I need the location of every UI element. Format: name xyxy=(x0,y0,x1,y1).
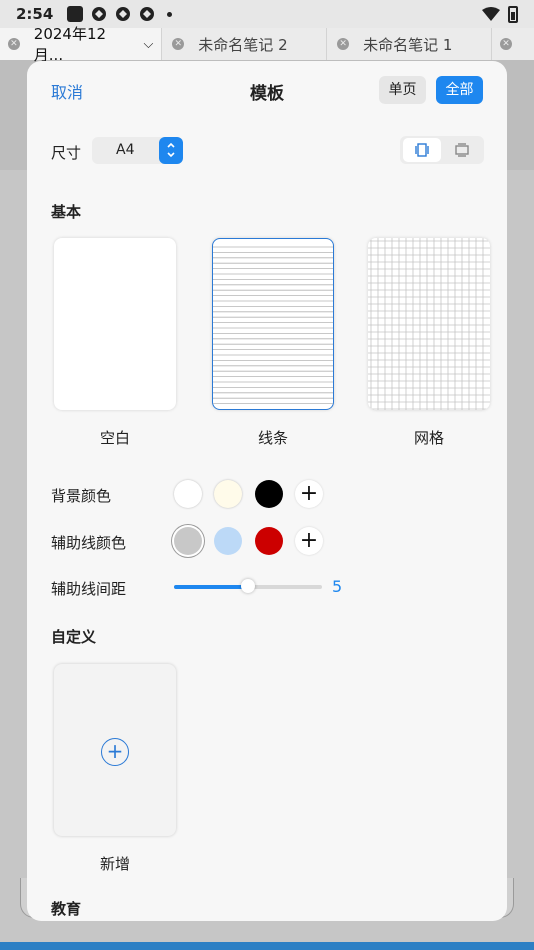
dialog-header: 取消 模板 单页 全部 xyxy=(27,61,507,119)
add-template-card[interactable]: + xyxy=(54,664,176,836)
spacing-slider[interactable] xyxy=(174,579,322,593)
size-stepper-icon[interactable] xyxy=(159,137,183,164)
bottom-bar xyxy=(0,942,534,950)
add-template-label: 新增 xyxy=(99,855,130,873)
status-right xyxy=(482,5,518,23)
portrait-icon xyxy=(415,143,429,157)
close-icon[interactable]: ✕ xyxy=(337,38,350,50)
guide-color-gray[interactable] xyxy=(174,527,202,555)
tab-label: 未命名笔记 1 xyxy=(363,35,453,54)
education-section-title: 教育 xyxy=(51,900,82,918)
template-label: 空白 xyxy=(99,429,130,447)
guide-color-red[interactable] xyxy=(255,527,283,555)
template-label: 线条 xyxy=(257,429,288,447)
tab-bar: ✕ 2024年12月... ⌵ ✕ 未命名笔记 2 ✕ 未命名笔记 1 ✕ xyxy=(0,25,534,64)
template-grid[interactable] xyxy=(368,238,490,410)
spacing-value: 5 xyxy=(332,577,343,596)
battery-icon xyxy=(508,5,518,23)
orientation-portrait[interactable] xyxy=(403,138,441,162)
bg-color-white[interactable] xyxy=(174,480,202,508)
slider-thumb[interactable] xyxy=(241,579,255,593)
single-page-button[interactable]: 单页 xyxy=(379,76,426,104)
size-value: A4 xyxy=(116,142,135,158)
basic-section-title: 基本 xyxy=(51,203,82,221)
add-guide-color-button[interactable]: + xyxy=(295,527,323,555)
close-icon[interactable]: ✕ xyxy=(499,38,512,50)
tab-note-2[interactable]: ✕ 未命名笔记 2 xyxy=(162,28,328,60)
spacing-label: 辅助线间距 xyxy=(51,580,127,598)
template-label: 网格 xyxy=(413,429,444,447)
sync-icon xyxy=(91,6,107,22)
tab-more[interactable]: ✕ xyxy=(492,28,534,60)
tab-label: 未命名笔记 2 xyxy=(198,35,288,54)
all-pages-button[interactable]: 全部 xyxy=(436,76,483,104)
guide-color-label: 辅助线颜色 xyxy=(51,534,127,552)
size-select[interactable]: A4 xyxy=(92,137,183,164)
guide-color-blue[interactable] xyxy=(214,527,242,555)
close-icon[interactable]: ✕ xyxy=(8,38,20,50)
slider-fill xyxy=(174,585,248,589)
size-label: 尺寸 xyxy=(51,144,82,162)
lined-pattern xyxy=(213,246,333,405)
custom-section-title: 自定义 xyxy=(51,628,97,646)
grid-pattern xyxy=(368,238,490,410)
wifi-icon xyxy=(482,7,500,21)
status-time: 2:54 xyxy=(16,5,54,23)
bg-color-cream[interactable] xyxy=(214,480,242,508)
sync-icon xyxy=(115,6,131,22)
more-notifications-icon xyxy=(167,11,173,17)
orientation-toggle xyxy=(400,136,484,164)
close-icon[interactable]: ✕ xyxy=(172,38,185,50)
landscape-icon xyxy=(455,143,469,157)
bg-color-label: 背景颜色 xyxy=(51,487,112,505)
bg-color-black[interactable] xyxy=(255,480,283,508)
tab-note-3[interactable]: ✕ 未命名笔记 1 xyxy=(327,28,492,60)
template-lined[interactable] xyxy=(212,238,334,410)
add-circle-icon: + xyxy=(101,738,129,766)
sync-icon xyxy=(139,6,155,22)
template-blank[interactable] xyxy=(54,238,176,410)
notification-icon xyxy=(67,6,84,22)
template-dialog: 取消 模板 单页 全部 尺寸 A4 基本 空白 线条 网格 背景颜色 + 辅助线… xyxy=(27,61,507,921)
add-bg-color-button[interactable]: + xyxy=(295,480,323,508)
dialog-title: 模板 xyxy=(250,84,284,104)
tab-note-1[interactable]: ✕ 2024年12月... ⌵ xyxy=(0,25,163,64)
chevron-down-icon[interactable]: ⌵ xyxy=(143,37,153,52)
tab-label: 2024年12月... xyxy=(33,25,107,64)
orientation-landscape[interactable] xyxy=(443,138,481,162)
